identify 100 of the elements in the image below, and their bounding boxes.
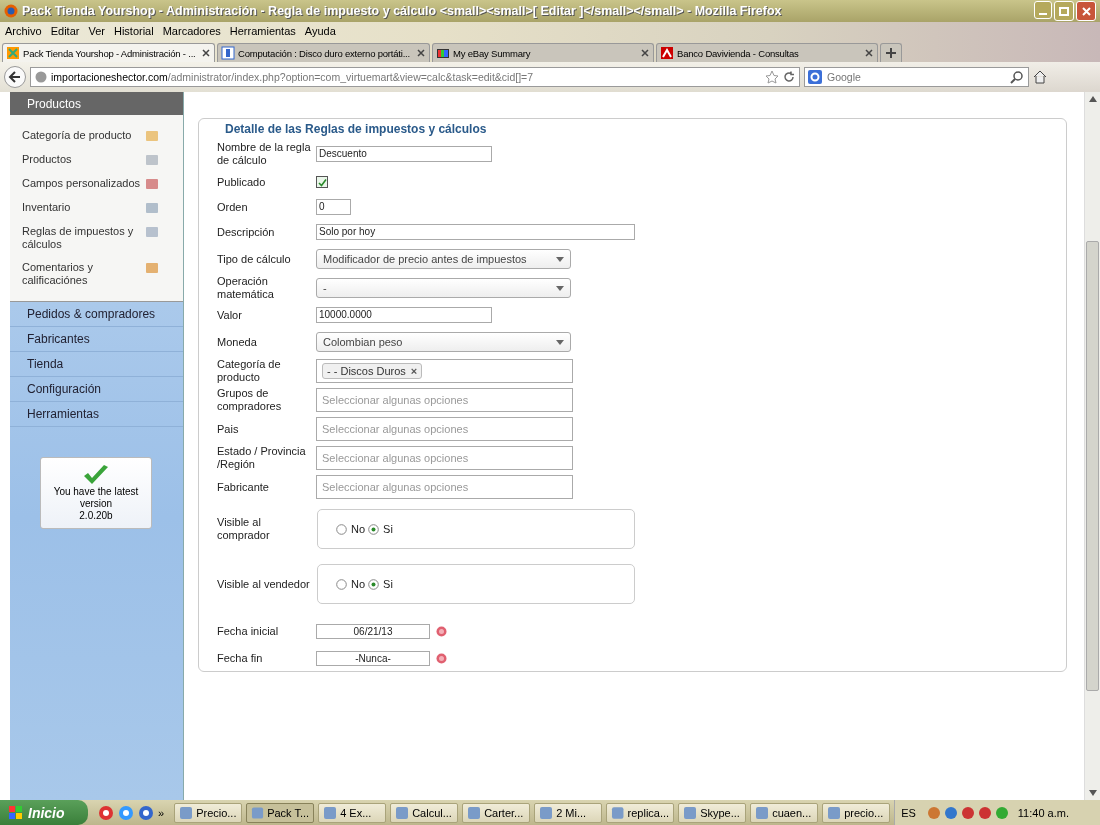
field-label: Descripción <box>217 225 276 239</box>
sidebar-section[interactable]: Herramientas <box>10 402 183 427</box>
field-label: Orden <box>217 200 249 214</box>
checkbox[interactable] <box>316 176 328 188</box>
sidebar-section[interactable]: Fabricantes <box>10 327 183 352</box>
sidebar-header[interactable]: Productos <box>10 92 183 115</box>
menu-item-icon <box>145 129 159 143</box>
radio-option[interactable]: No <box>336 523 366 535</box>
remove-icon[interactable]: × <box>410 365 418 377</box>
menu-item[interactable]: Marcadores <box>162 25 221 37</box>
taskbar-button[interactable]: Carter... <box>462 802 531 823</box>
close-button[interactable] <box>1076 1 1096 21</box>
close-icon <box>1081 6 1091 16</box>
home-button[interactable] <box>1033 70 1047 84</box>
menu-item[interactable]: Ayuda <box>304 25 336 37</box>
check-icon <box>317 177 327 187</box>
menu-item[interactable]: Herramientas <box>229 25 296 37</box>
sidebar-section[interactable]: Configuración <box>10 377 183 402</box>
menu-item[interactable]: Editar <box>50 25 80 37</box>
quick-launch-icon[interactable] <box>138 804 154 821</box>
browser-tab[interactable]: Banco Davivienda - Consultas <box>656 43 878 62</box>
minimize-button[interactable] <box>1034 1 1052 19</box>
radio-option[interactable]: Si <box>368 523 393 535</box>
address-field[interactable]: importacioneshector.com/administrator/index.php?option=com_virtuemart&view=calc&task=edit&cid[]=7 <box>30 67 800 87</box>
url-host: importacioneshector.com <box>51 71 168 83</box>
tray-icon[interactable] <box>960 805 975 820</box>
maximize-icon <box>1059 6 1069 16</box>
text-field[interactable]: 0 <box>316 199 351 215</box>
version-message: You have the latest version <box>52 486 140 510</box>
radio-button[interactable] <box>336 523 347 535</box>
maximize-button[interactable] <box>1054 1 1074 21</box>
minimize-icon <box>1039 13 1047 15</box>
radio-button[interactable] <box>368 523 380 535</box>
taskbar-button[interactable]: precio... <box>822 802 891 823</box>
tray-icon[interactable] <box>994 805 1009 820</box>
taskbar-button[interactable]: 4 Ex... <box>318 802 387 823</box>
menu-item-icon <box>145 153 159 167</box>
globe-icon <box>35 71 47 83</box>
sidebar-item[interactable]: Productos <box>22 153 144 166</box>
radio-button[interactable] <box>368 578 380 590</box>
scroll-thumb[interactable] <box>1086 241 1099 691</box>
taskbar-button[interactable]: cuaen... <box>750 802 819 823</box>
menu-item[interactable]: Historial <box>113 25 154 37</box>
close-icon <box>201 48 211 58</box>
field-label: Estado / Provincia /Región <box>217 445 307 471</box>
field-label: Fabricante <box>217 480 270 494</box>
app-icon <box>683 805 698 820</box>
field-label: Categoría de producto <box>217 358 282 384</box>
tray-icon[interactable] <box>943 805 958 820</box>
page-icon <box>6 46 20 60</box>
more-button[interactable]: » <box>158 806 165 819</box>
browser-tab[interactable]: Computación : Disco duro externo portáti... <box>217 43 430 62</box>
scrollbar[interactable] <box>1084 92 1100 800</box>
taskbar-button[interactable]: Skype... <box>678 802 747 823</box>
date-field[interactable]: 06/21/13 <box>316 623 430 639</box>
dropdown[interactable]: - <box>316 278 571 298</box>
taskbar-button[interactable]: Precio... <box>174 802 243 823</box>
taskbar-button[interactable]: 2 Mi... <box>534 802 603 823</box>
text-field[interactable]: Descuento <box>316 146 492 162</box>
taskbar-button[interactable]: replica... <box>606 802 675 823</box>
search-bar[interactable]: Google <box>804 67 1029 87</box>
browser-tab[interactable]: Pack Tienda Yourshop - Administración - ... <box>2 43 215 62</box>
plus-icon <box>885 47 897 59</box>
start-button[interactable]: Inicio <box>0 800 88 825</box>
multi-select-field[interactable]: - - Discos Duros × <box>316 359 573 383</box>
new-tab-button[interactable] <box>880 43 902 62</box>
field-label: Tipo de cálculo <box>217 252 292 266</box>
version-number: 2.0.20b <box>79 510 113 522</box>
sidebar-item[interactable]: Inventario <box>22 201 144 214</box>
menu-item[interactable]: Ver <box>88 25 105 37</box>
menu-item[interactable]: Archivo <box>5 25 42 37</box>
selected-chip[interactable]: - - Discos Duros × <box>322 363 423 379</box>
sidebar-section[interactable]: Tienda <box>10 352 183 377</box>
clock: 11:40 a.m. <box>1017 806 1069 819</box>
radio-option[interactable]: Si <box>368 578 393 590</box>
sidebar-item[interactable]: Campos personalizados <box>22 177 144 190</box>
taskbar-button[interactable]: Calcul... <box>390 802 459 823</box>
app-icon <box>467 805 482 820</box>
quick-launch-icon[interactable] <box>118 804 134 821</box>
tray-icon[interactable] <box>926 805 941 820</box>
sidebar-item[interactable]: Comentarios y calificaciónes <box>22 261 144 287</box>
text-field[interactable]: 10000.0000 <box>316 307 492 323</box>
close-icon <box>416 48 426 58</box>
tray-icon[interactable] <box>977 805 992 820</box>
sidebar-item[interactable]: Reglas de impuestos y cálculos <box>22 225 144 251</box>
taskbar-button[interactable]: Pack T... <box>246 802 315 823</box>
date-field[interactable]: -Nunca- <box>316 650 430 666</box>
language-indicator[interactable]: ES <box>901 806 916 819</box>
radio-button[interactable] <box>336 578 347 590</box>
browser-tab[interactable]: My eBay Summary <box>432 43 654 62</box>
dropdown[interactable]: Modificador de precio antes de impuestos <box>316 249 571 269</box>
sidebar-item[interactable]: Categoría de producto <box>22 129 144 142</box>
sidebar-section[interactable]: Pedidos & compradores <box>10 302 183 327</box>
quick-launch-icon[interactable] <box>98 804 114 821</box>
dropdown[interactable]: Colombian peso <box>316 332 571 352</box>
back-button[interactable] <box>4 66 26 88</box>
text-field[interactable]: Solo por hoy <box>316 224 635 240</box>
radio-option[interactable]: No <box>336 578 366 590</box>
field-label: Valor <box>217 308 243 322</box>
search-icon <box>1010 70 1024 84</box>
